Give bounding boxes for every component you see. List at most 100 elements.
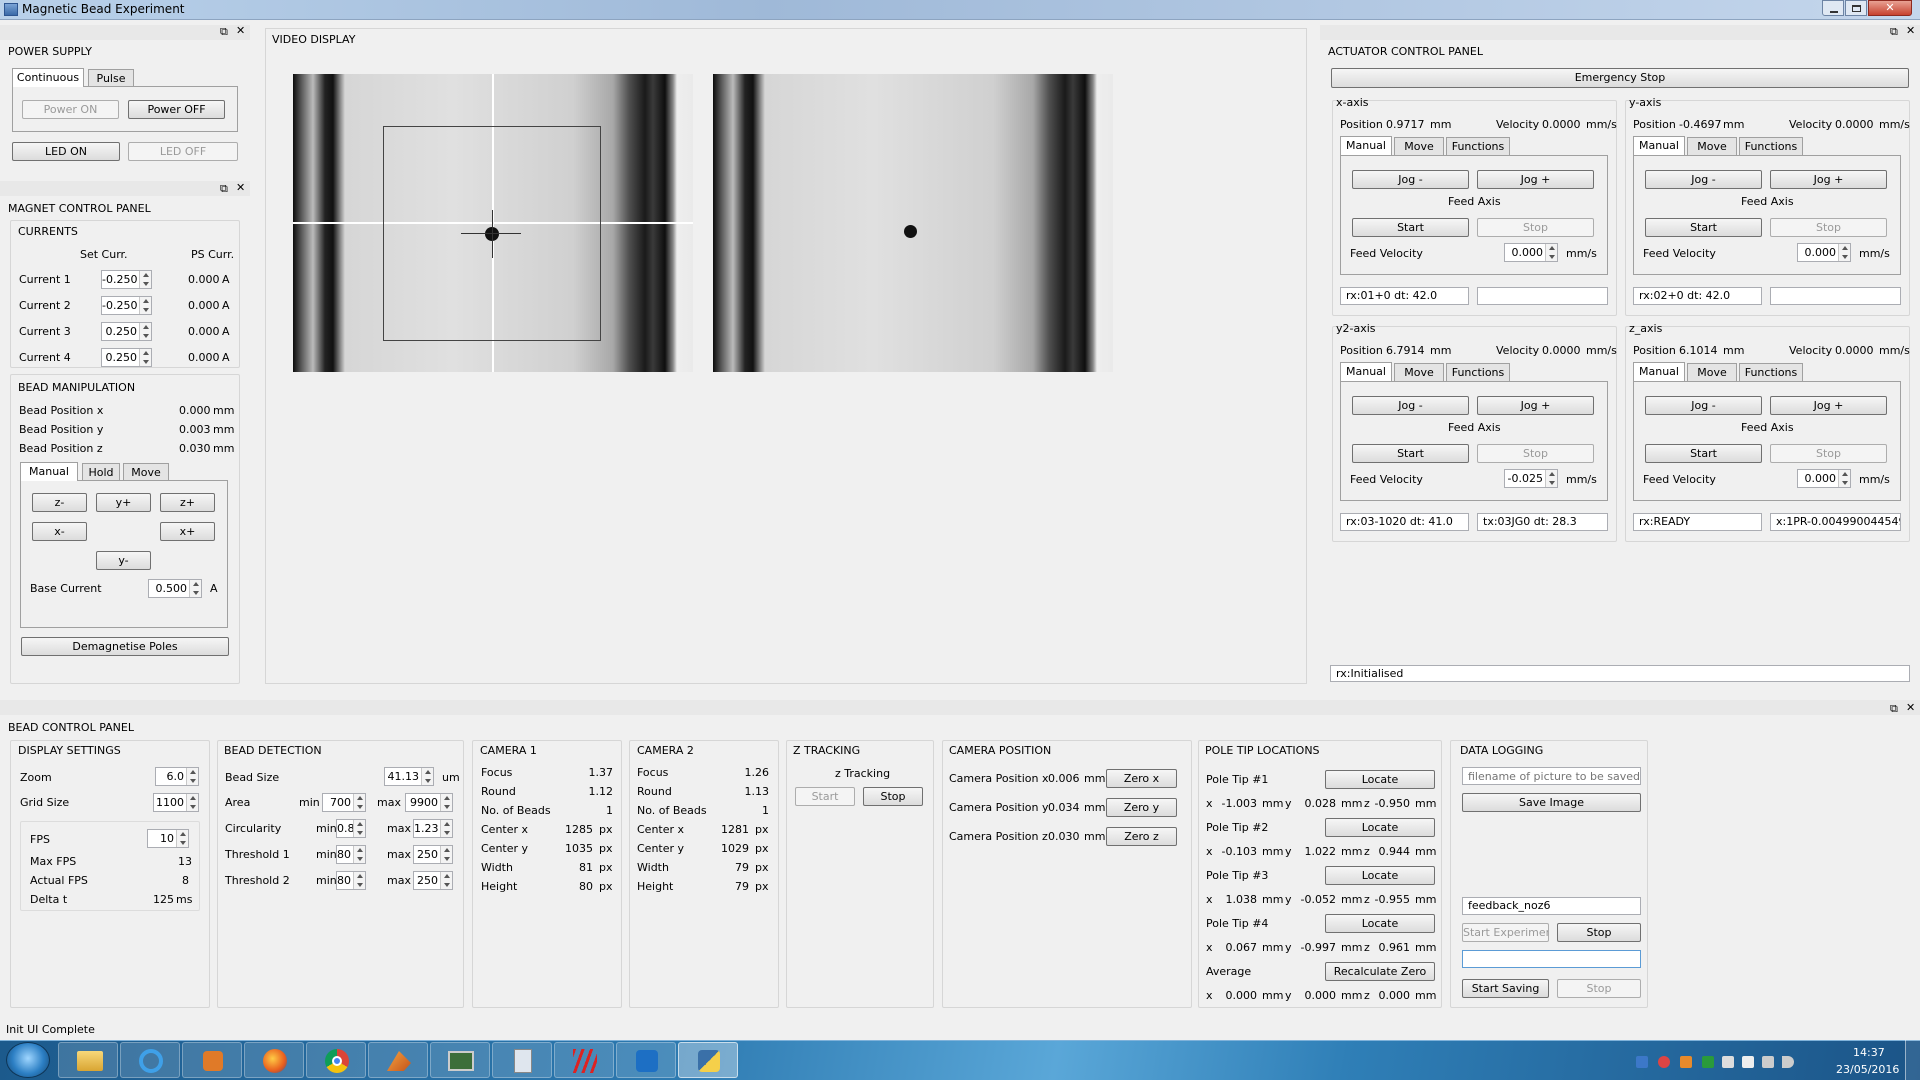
maximize-button[interactable] bbox=[1845, 0, 1867, 16]
tray-icon[interactable] bbox=[1722, 1056, 1734, 1068]
feed-velocity-spinbox[interactable]: 0.000 bbox=[1797, 243, 1851, 262]
feed-velocity-spinbox[interactable]: -0.025 bbox=[1504, 469, 1558, 488]
x-plus-button[interactable]: x+ bbox=[160, 522, 215, 541]
tab-move[interactable]: Move bbox=[1394, 363, 1444, 381]
teamviewer-icon[interactable] bbox=[616, 1042, 676, 1078]
demagnetise-poles-button[interactable]: Demagnetise Poles bbox=[21, 637, 229, 656]
recalculate-zero-button[interactable]: Recalculate Zero bbox=[1325, 962, 1435, 981]
current-set-spinbox[interactable]: 0.250 bbox=[101, 348, 152, 367]
firefox-icon[interactable] bbox=[244, 1042, 304, 1078]
emergency-stop-button[interactable]: Emergency Stop bbox=[1331, 68, 1909, 88]
led-off-button[interactable]: LED OFF bbox=[128, 142, 238, 161]
feed-stop-button[interactable]: Stop bbox=[1477, 218, 1594, 237]
x-minus-button[interactable]: x- bbox=[32, 522, 87, 541]
feed-stop-button[interactable]: Stop bbox=[1477, 444, 1594, 463]
network-icon[interactable] bbox=[1762, 1056, 1774, 1068]
saving-input[interactable] bbox=[1462, 950, 1641, 968]
jog-minus-button[interactable]: Jog - bbox=[1352, 170, 1469, 189]
max-spinbox[interactable]: 9900 bbox=[405, 793, 453, 812]
tab-move[interactable]: Move bbox=[1687, 137, 1737, 155]
feed-start-button[interactable]: Start bbox=[1352, 444, 1469, 463]
tray-icon[interactable] bbox=[1702, 1056, 1714, 1068]
tray-icon[interactable] bbox=[1680, 1056, 1692, 1068]
close-icon[interactable]: ✕ bbox=[236, 181, 245, 194]
jog-minus-button[interactable]: Jog - bbox=[1352, 396, 1469, 415]
start-button[interactable] bbox=[6, 1042, 50, 1078]
tab-manual[interactable]: Manual bbox=[1340, 136, 1392, 155]
python-app-icon[interactable] bbox=[678, 1042, 738, 1078]
tab-manual[interactable]: Manual bbox=[1340, 362, 1392, 381]
experiment-name-input[interactable]: feedback_noz6 bbox=[1462, 897, 1641, 915]
feed-stop-button[interactable]: Stop bbox=[1770, 444, 1887, 463]
chrome-icon[interactable] bbox=[306, 1042, 366, 1078]
show-desktop-button[interactable] bbox=[1905, 1040, 1920, 1080]
min-spinbox[interactable]: 0.80 bbox=[336, 819, 366, 838]
tray-icon[interactable] bbox=[1636, 1056, 1648, 1068]
tab-functions[interactable]: Functions bbox=[1446, 137, 1510, 155]
clock-date[interactable]: 23/05/2016 bbox=[1836, 1063, 1899, 1076]
z-tracking-stop-button[interactable]: Stop bbox=[863, 787, 923, 806]
z-plus-button[interactable]: z+ bbox=[160, 493, 215, 512]
close-icon[interactable]: ✕ bbox=[1906, 24, 1915, 37]
feed-start-button[interactable]: Start bbox=[1645, 444, 1762, 463]
float-icon[interactable]: ⧉ bbox=[220, 25, 228, 38]
tab-functions[interactable]: Functions bbox=[1446, 363, 1510, 381]
jog-minus-button[interactable]: Jog - bbox=[1645, 396, 1762, 415]
explorer-icon[interactable] bbox=[58, 1042, 118, 1078]
current-set-spinbox[interactable]: -0.250 bbox=[101, 296, 152, 315]
camera-2-feed[interactable] bbox=[713, 74, 1113, 372]
tab-continuous[interactable]: Continuous bbox=[12, 68, 84, 87]
tab-move[interactable]: Move bbox=[1394, 137, 1444, 155]
locate-button[interactable]: Locate bbox=[1325, 770, 1435, 789]
feed-start-button[interactable]: Start bbox=[1645, 218, 1762, 237]
feed-velocity-spinbox[interactable]: 0.000 bbox=[1504, 243, 1558, 262]
picture-filename-input[interactable] bbox=[1462, 767, 1641, 785]
start-experiment-button[interactable]: Start Experiment bbox=[1462, 923, 1549, 942]
locate-button[interactable]: Locate bbox=[1325, 866, 1435, 885]
min-spinbox[interactable]: 700 bbox=[322, 793, 366, 812]
jog-plus-button[interactable]: Jog + bbox=[1770, 170, 1887, 189]
float-icon[interactable]: ⧉ bbox=[220, 182, 228, 195]
tab-move[interactable]: Move bbox=[1687, 363, 1737, 381]
feed-velocity-spinbox[interactable]: 0.000 bbox=[1797, 469, 1851, 488]
tab-manual[interactable]: Manual bbox=[1633, 362, 1685, 381]
clock-time[interactable]: 14:37 bbox=[1853, 1046, 1885, 1059]
power-on-button[interactable]: Power ON bbox=[22, 100, 119, 119]
feed-stop-button[interactable]: Stop bbox=[1770, 218, 1887, 237]
jog-minus-button[interactable]: Jog - bbox=[1645, 170, 1762, 189]
max-spinbox[interactable]: 250 bbox=[413, 845, 453, 864]
app-icon-red[interactable] bbox=[554, 1042, 614, 1078]
tab-manual[interactable]: Manual bbox=[20, 462, 78, 481]
zero-button[interactable]: Zero y bbox=[1106, 798, 1177, 817]
tab-functions[interactable]: Functions bbox=[1739, 363, 1803, 381]
tab-hold[interactable]: Hold bbox=[82, 463, 120, 481]
stop-saving-button[interactable]: Stop bbox=[1557, 979, 1641, 998]
tab-move[interactable]: Move bbox=[123, 463, 169, 481]
fps-spinbox[interactable]: 10 bbox=[147, 829, 189, 848]
close-icon[interactable]: ✕ bbox=[236, 24, 245, 37]
locate-button[interactable]: Locate bbox=[1325, 818, 1435, 837]
start-saving-button[interactable]: Start Saving bbox=[1462, 979, 1549, 998]
tab-manual[interactable]: Manual bbox=[1633, 136, 1685, 155]
max-spinbox[interactable]: 250 bbox=[413, 871, 453, 890]
minimize-button[interactable] bbox=[1822, 0, 1844, 16]
tab-pulse[interactable]: Pulse bbox=[88, 69, 134, 87]
zoom-spinbox[interactable]: 6.0 bbox=[155, 767, 199, 786]
calculator-icon[interactable] bbox=[492, 1042, 552, 1078]
y-plus-button[interactable]: y+ bbox=[96, 493, 151, 512]
jog-plus-button[interactable]: Jog + bbox=[1477, 396, 1594, 415]
current-set-spinbox[interactable]: -0.250 bbox=[101, 270, 152, 289]
zero-button[interactable]: Zero x bbox=[1106, 769, 1177, 788]
close-icon[interactable]: ✕ bbox=[1906, 701, 1915, 714]
camera-1-feed[interactable] bbox=[293, 74, 693, 372]
bead-size-spinbox[interactable]: 41.13 bbox=[384, 767, 434, 786]
grid-size-spinbox[interactable]: 1100 bbox=[153, 793, 199, 812]
jog-plus-button[interactable]: Jog + bbox=[1477, 170, 1594, 189]
float-icon[interactable]: ⧉ bbox=[1890, 25, 1898, 38]
zero-button[interactable]: Zero z bbox=[1106, 827, 1177, 846]
led-on-button[interactable]: LED ON bbox=[12, 142, 120, 161]
volume-icon[interactable] bbox=[1782, 1056, 1794, 1068]
media-player-icon[interactable] bbox=[182, 1042, 242, 1078]
tab-functions[interactable]: Functions bbox=[1739, 137, 1803, 155]
save-image-button[interactable]: Save Image bbox=[1462, 793, 1641, 812]
